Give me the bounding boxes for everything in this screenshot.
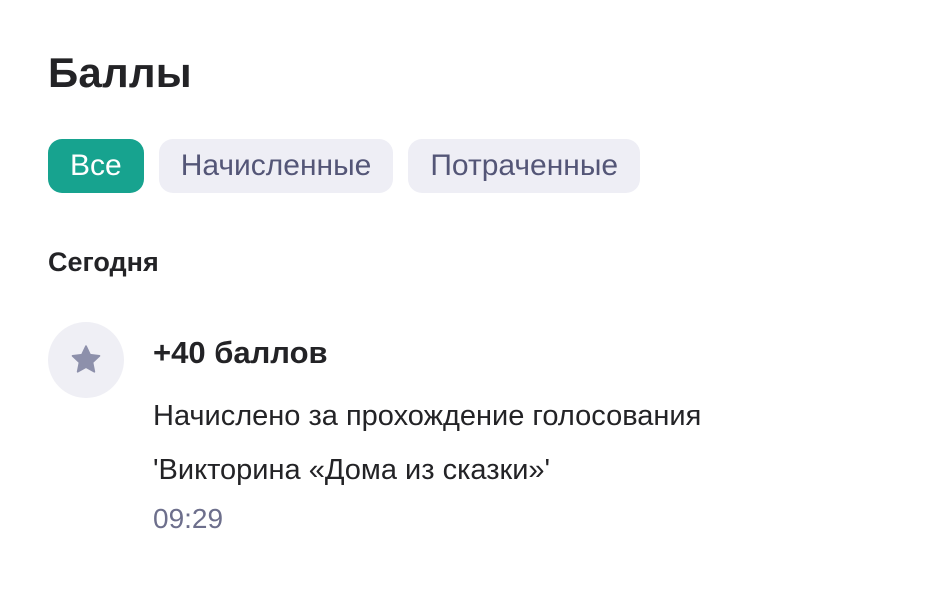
transaction-body: +40 баллов Начислено за прохождение голо… — [153, 334, 893, 535]
transaction-description-line1: Начислено за прохождение голосования — [153, 400, 702, 433]
page-title: Баллы — [48, 49, 192, 96]
transaction-points: +40 баллов — [153, 335, 328, 370]
star-icon — [71, 345, 101, 373]
section-header-today: Сегодня — [48, 247, 159, 277]
transaction-description-line2: 'Викторина «Дома из сказки»' — [153, 454, 551, 487]
transaction-description: Начислено за прохождение голосования 'Ви… — [153, 389, 893, 497]
transaction-icon-circle — [48, 322, 124, 398]
filter-spent-chip[interactable]: Потраченные — [408, 139, 641, 193]
filter-tabs: Все Начисленные Потраченные — [48, 139, 641, 193]
filter-earned-chip[interactable]: Начисленные — [158, 139, 394, 193]
filter-all-chip[interactable]: Все — [48, 139, 144, 193]
transaction-time: 09:29 — [153, 503, 224, 535]
